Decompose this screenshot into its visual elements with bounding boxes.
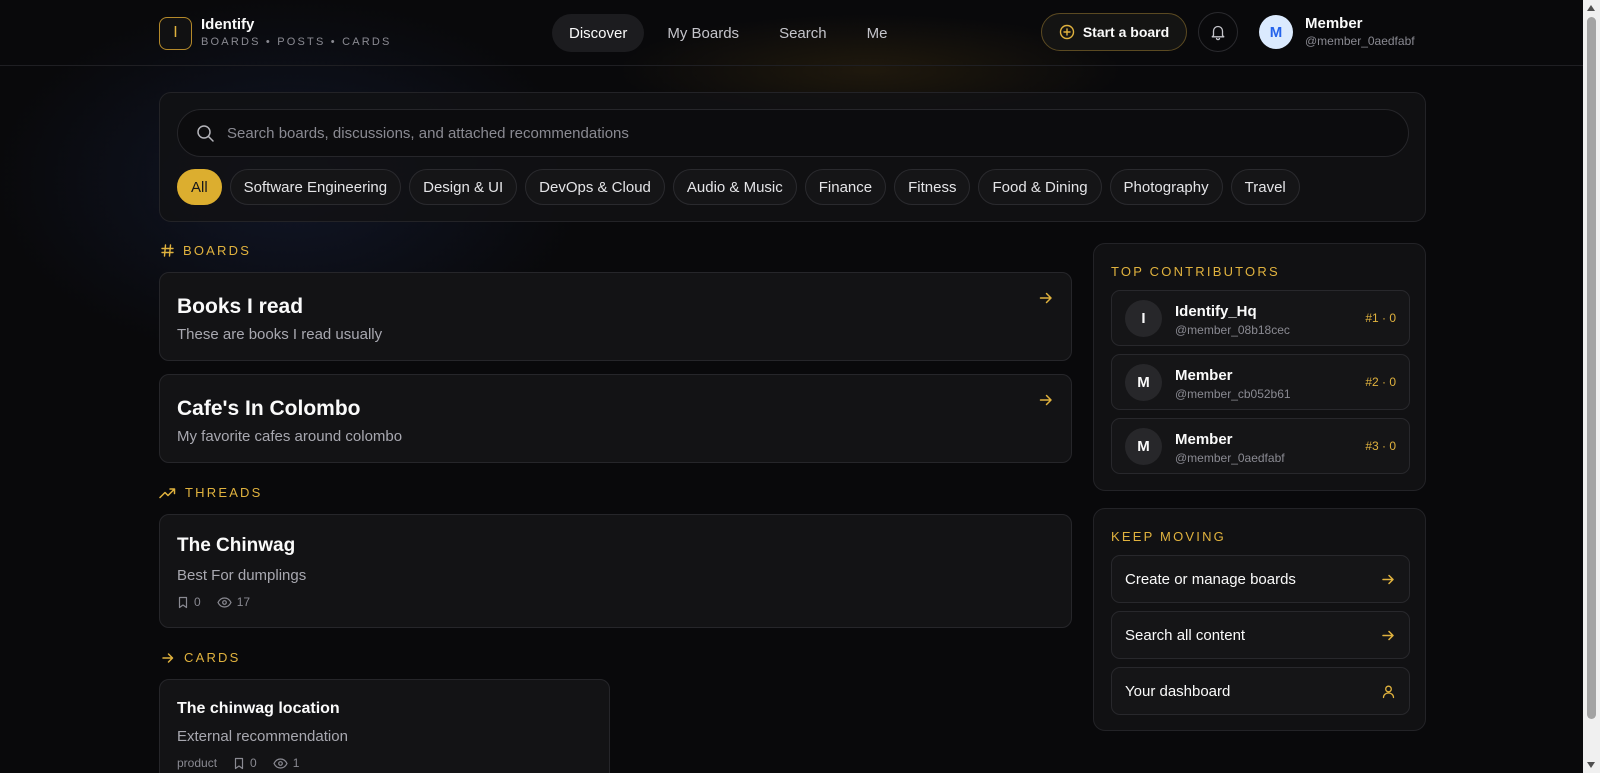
user-menu[interactable]: M Member @member_0aedfabf [1259, 15, 1415, 49]
brand-name: Identify [201, 16, 255, 33]
user-name: Member [1305, 15, 1363, 32]
contributor-row[interactable]: I Identify_Hq @member_08b18cec #1 · 0 [1111, 290, 1410, 346]
create-manage-boards-link[interactable]: Create or manage boards [1111, 555, 1410, 603]
saves-count: 0 [233, 756, 257, 770]
thread-title: The Chinwag [177, 535, 296, 556]
nav-discover[interactable]: Discover [552, 14, 645, 52]
contributor-name: Member [1175, 431, 1233, 448]
avatar: M [1259, 15, 1293, 49]
threads-section-label: THREADS [159, 485, 263, 500]
avatar: M [1125, 428, 1162, 465]
contributor-handle: @member_0aedfabf [1175, 451, 1285, 465]
arrow-right-icon [1381, 572, 1396, 587]
keep-moving-title: KEEP MOVING [1111, 529, 1226, 544]
user-icon [1381, 684, 1396, 699]
contributor-rank: #1 · 0 [1365, 311, 1396, 325]
boards-section-label: BOARDS [161, 243, 251, 258]
recommendation-card[interactable]: The chinwag location External recommenda… [159, 679, 610, 773]
contributor-row[interactable]: M Member @member_cb052b61 #2 · 0 [1111, 354, 1410, 410]
chip-finance[interactable]: Finance [804, 169, 887, 205]
arrow-right-icon [161, 651, 175, 665]
brand-tagline: BOARDS • POSTS • CARDS [201, 36, 392, 48]
board-description: These are books I read usually [177, 326, 383, 343]
chip-fitness[interactable]: Fitness [894, 169, 971, 205]
bookmark-icon [233, 757, 245, 770]
chip-travel[interactable]: Travel [1230, 169, 1300, 205]
thread-card[interactable]: The Chinwag Best For dumplings 0 17 [159, 514, 1072, 628]
arrow-right-icon [1038, 290, 1054, 306]
contributor-name: Identify_Hq [1175, 303, 1257, 320]
search-icon [196, 124, 215, 143]
saves-count: 0 [177, 595, 201, 609]
eye-icon [273, 757, 288, 769]
contributor-rank: #2 · 0 [1365, 375, 1396, 389]
brand-logo-icon: I [159, 16, 192, 50]
hash-icon [161, 244, 174, 257]
keep-moving-panel: KEEP MOVING Create or manage boards Sear… [1093, 508, 1426, 731]
contributor-handle: @member_cb052b61 [1175, 387, 1291, 401]
brand[interactable]: I Identify BOARDS • POSTS • CARDS [159, 16, 392, 50]
top-contributors-title: TOP CONTRIBUTORS [1111, 264, 1280, 279]
search-all-content-link[interactable]: Search all content [1111, 611, 1410, 659]
board-title: Cafe's In Colombo [177, 397, 361, 420]
start-board-label: Start a board [1082, 24, 1170, 40]
category-chips: All Software Engineering Design & UI Dev… [177, 169, 1300, 205]
search-panel: All Software Engineering Design & UI Dev… [159, 92, 1426, 222]
views-count: 1 [273, 756, 299, 770]
chip-software-engineering[interactable]: Software Engineering [229, 169, 402, 205]
contributor-row[interactable]: M Member @member_0aedfabf #3 · 0 [1111, 418, 1410, 474]
scroll-up-icon[interactable] [1587, 5, 1595, 11]
search-input[interactable] [227, 124, 1408, 142]
nav-me[interactable]: Me [850, 14, 905, 52]
card-meta: product 0 1 [177, 756, 309, 770]
chip-design-ui[interactable]: Design & UI [409, 169, 518, 205]
chip-devops-cloud[interactable]: DevOps & Cloud [525, 169, 665, 205]
plus-circle-icon [1059, 24, 1075, 40]
chip-photography[interactable]: Photography [1109, 169, 1223, 205]
views-count: 17 [217, 595, 250, 609]
scroll-thumb[interactable] [1587, 17, 1596, 719]
notifications-button[interactable] [1198, 12, 1238, 52]
board-title: Books I read [177, 295, 304, 318]
avatar: M [1125, 364, 1162, 401]
contributor-name: Member [1175, 367, 1233, 384]
thread-description: Best For dumplings [177, 567, 307, 584]
card-tag: product [177, 756, 218, 770]
your-dashboard-link[interactable]: Your dashboard [1111, 667, 1410, 715]
thread-meta: 0 17 [177, 595, 260, 609]
bookmark-icon [177, 596, 189, 609]
user-handle: @member_0aedfabf [1305, 34, 1415, 48]
contributor-handle: @member_08b18cec [1175, 323, 1290, 337]
eye-icon [217, 596, 232, 608]
board-card[interactable]: Cafe's In Colombo My favorite cafes arou… [159, 374, 1072, 463]
chip-audio-music[interactable]: Audio & Music [672, 169, 797, 205]
arrow-right-icon [1381, 628, 1396, 643]
cards-section-label: CARDS [161, 650, 241, 665]
nav-search[interactable]: Search [762, 14, 844, 52]
board-card[interactable]: Books I read These are books I read usua… [159, 272, 1072, 361]
page-scrollbar[interactable] [1583, 0, 1600, 773]
trending-up-icon [159, 487, 176, 499]
bell-icon [1209, 23, 1227, 41]
nav-my-boards[interactable]: My Boards [650, 14, 756, 52]
top-contributors-panel: TOP CONTRIBUTORS I Identify_Hq @member_0… [1093, 243, 1426, 491]
board-description: My favorite cafes around colombo [177, 428, 403, 445]
start-board-button[interactable]: Start a board [1041, 13, 1187, 51]
chip-all[interactable]: All [177, 169, 222, 205]
avatar: I [1125, 300, 1162, 337]
chip-food-dining[interactable]: Food & Dining [978, 169, 1102, 205]
card-title: The chinwag location [177, 700, 340, 717]
search-box[interactable] [177, 109, 1409, 157]
contributor-rank: #3 · 0 [1365, 439, 1396, 453]
card-description: External recommendation [177, 728, 348, 745]
main-nav: Discover My Boards Search Me [552, 14, 904, 52]
arrow-right-icon [1038, 392, 1054, 408]
scroll-down-icon[interactable] [1587, 762, 1595, 768]
top-header: I Identify BOARDS • POSTS • CARDS Discov… [0, 0, 1583, 66]
